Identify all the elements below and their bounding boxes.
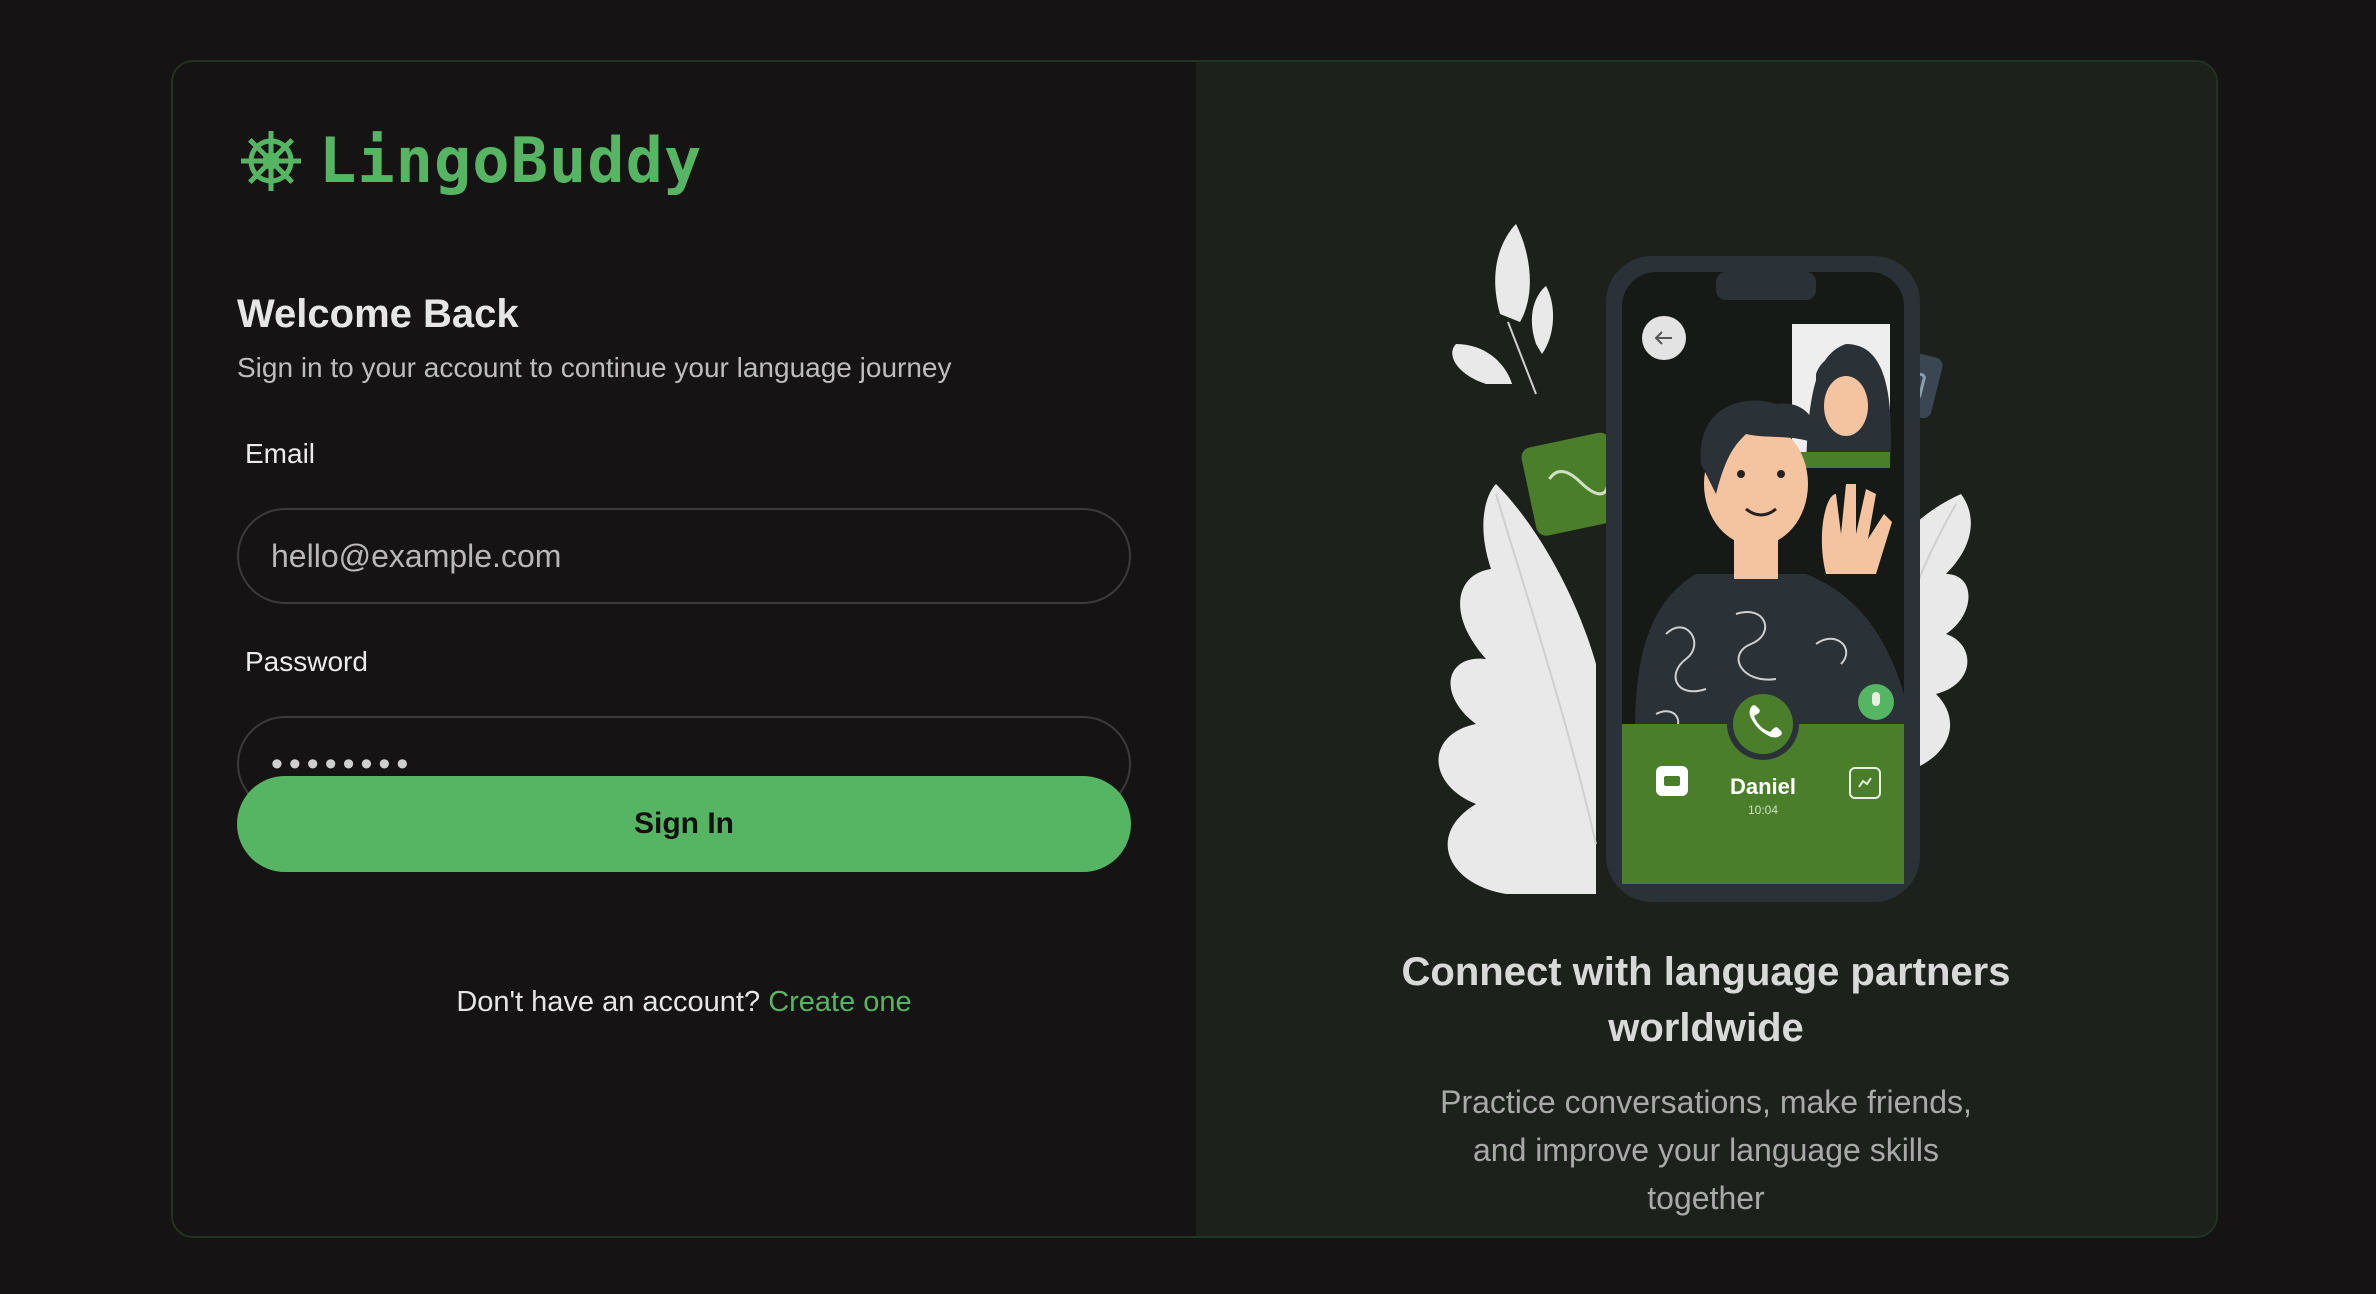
login-panel: LingoBuddy Welcome Back Sign in to your …: [173, 62, 1196, 1236]
caller-name: Daniel: [1730, 774, 1796, 799]
create-account-link[interactable]: Create one: [768, 986, 912, 1018]
sign-in-button[interactable]: Sign In: [237, 776, 1131, 872]
video-call-illustration: Daniel 10:04: [1438, 224, 1971, 902]
page-subtitle: Sign in to your account to continue your…: [237, 352, 952, 383]
signup-prompt: Don't have an account?: [456, 986, 761, 1018]
email-field[interactable]: [271, 537, 1129, 575]
email-label: Email: [245, 438, 316, 469]
promo-description: Practice conversations, make friends, an…: [1440, 1084, 1972, 1216]
brand-name: LingoBuddy: [319, 124, 703, 197]
password-label: Password: [245, 646, 368, 677]
email-field-container: [237, 508, 1131, 604]
ship-wheel-icon: [241, 130, 301, 191]
promo-panel: Daniel 10:04 Connect with language partn…: [1196, 62, 2216, 1236]
login-card: LingoBuddy Welcome Back Sign in to your …: [171, 60, 2218, 1238]
call-button-icon: [1733, 694, 1793, 754]
page-title: Welcome Back: [237, 292, 519, 336]
signup-prompt-line: Don't have an account? Create one: [237, 986, 1131, 1019]
brand-logo: LingoBuddy: [237, 124, 702, 197]
call-time: 10:04: [1748, 803, 1778, 817]
promo-headline: Connect with language partners worldwide: [1401, 950, 2011, 1050]
